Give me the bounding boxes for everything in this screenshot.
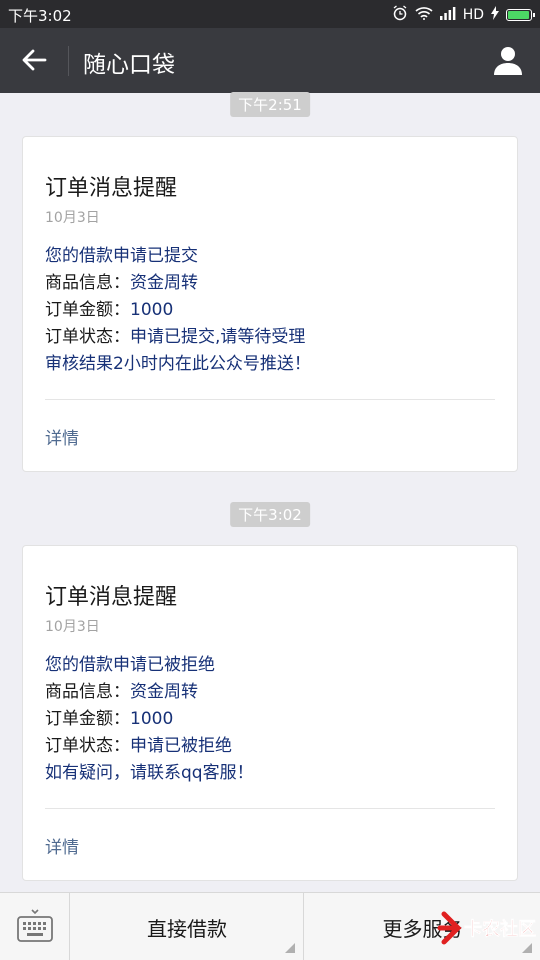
status-label: 订单状态： xyxy=(45,736,130,756)
charging-icon xyxy=(491,6,499,24)
card-title: 订单消息提醒 xyxy=(45,176,178,201)
status-bar: 下午3:02 HD xyxy=(0,0,540,28)
amount-value: 1000 xyxy=(130,300,174,320)
wifi-icon xyxy=(415,6,433,24)
amount-row: 订单金额：1000 xyxy=(45,297,311,324)
signal-icon xyxy=(439,6,456,24)
status-row: 订单状态：申请已被拒绝 xyxy=(45,733,254,760)
amount-label: 订单金额： xyxy=(45,300,130,320)
submenu-corner-icon xyxy=(285,943,295,953)
keyboard-icon xyxy=(16,909,53,942)
card-date: 10月3日 xyxy=(45,210,100,226)
status-time: 下午3:02 xyxy=(8,7,72,25)
order-message-card[interactable]: 订单消息提醒 10月3日 您的借款申请已提交 商品信息：资金周转 订单金额：10… xyxy=(22,136,518,472)
network-type-label: HD xyxy=(462,7,484,23)
message-timestamp: 下午2:51 xyxy=(230,92,310,117)
product-row: 商品信息：资金周转 xyxy=(45,679,254,706)
nav-bar: 随心口袋 xyxy=(0,28,540,93)
amount-row: 订单金额：1000 xyxy=(45,706,254,733)
direct-loan-menu-button[interactable]: 直接借款 xyxy=(71,893,304,960)
amount-value: 1000 xyxy=(130,709,174,729)
card-remark: 审核结果2小时内在此公众号推送！ xyxy=(45,354,311,374)
detail-link[interactable]: 详情 xyxy=(45,424,79,449)
status-value: 申请已提交,请等待受理 xyxy=(130,327,306,347)
status-label: 订单状态： xyxy=(45,327,130,347)
card-divider xyxy=(45,399,495,400)
watermark-logo: 卡农社区 xyxy=(437,911,536,945)
user-icon xyxy=(494,47,522,75)
card-first-line: 您的借款申请已被拒绝 xyxy=(45,655,215,675)
card-divider xyxy=(45,808,495,809)
keyboard-toggle-button[interactable] xyxy=(0,893,70,960)
status-row: 订单状态：申请已提交,请等待受理 xyxy=(45,324,311,351)
status-value: 申请已被拒绝 xyxy=(130,736,232,756)
card-body: 您的借款申请已提交 商品信息：资金周转 订单金额：1000 订单状态：申请已提交… xyxy=(45,243,311,378)
card-remark: 如有疑问，请联系qq客服！ xyxy=(45,763,254,783)
card-body: 您的借款申请已被拒绝 商品信息：资金周转 订单金额：1000 订单状态：申请已被… xyxy=(45,652,254,787)
card-title: 订单消息提醒 xyxy=(45,585,178,610)
arrow-left-icon xyxy=(22,49,47,71)
back-button[interactable] xyxy=(14,42,54,78)
status-icons: HD xyxy=(392,5,535,25)
product-label: 商品信息： xyxy=(45,273,130,293)
profile-button[interactable] xyxy=(488,42,528,78)
detail-link[interactable]: 详情 xyxy=(45,833,79,858)
battery-icon xyxy=(506,9,535,21)
page-title: 随心口袋 xyxy=(83,52,175,78)
menu-label: 直接借款 xyxy=(147,916,227,941)
alarm-icon xyxy=(392,5,408,25)
product-value: 资金周转 xyxy=(130,682,198,702)
product-label: 商品信息： xyxy=(45,682,130,702)
product-row: 商品信息：资金周转 xyxy=(45,270,311,297)
order-message-card[interactable]: 订单消息提醒 10月3日 您的借款申请已被拒绝 商品信息：资金周转 订单金额：1… xyxy=(22,545,518,881)
card-date: 10月3日 xyxy=(45,619,100,635)
nav-divider xyxy=(68,46,69,76)
amount-label: 订单金额： xyxy=(45,709,130,729)
svg-text:卡农社区: 卡农社区 xyxy=(464,918,536,940)
message-timestamp: 下午3:02 xyxy=(230,502,310,527)
card-first-line: 您的借款申请已提交 xyxy=(45,246,198,266)
battery-level xyxy=(508,11,530,19)
product-value: 资金周转 xyxy=(130,273,198,293)
